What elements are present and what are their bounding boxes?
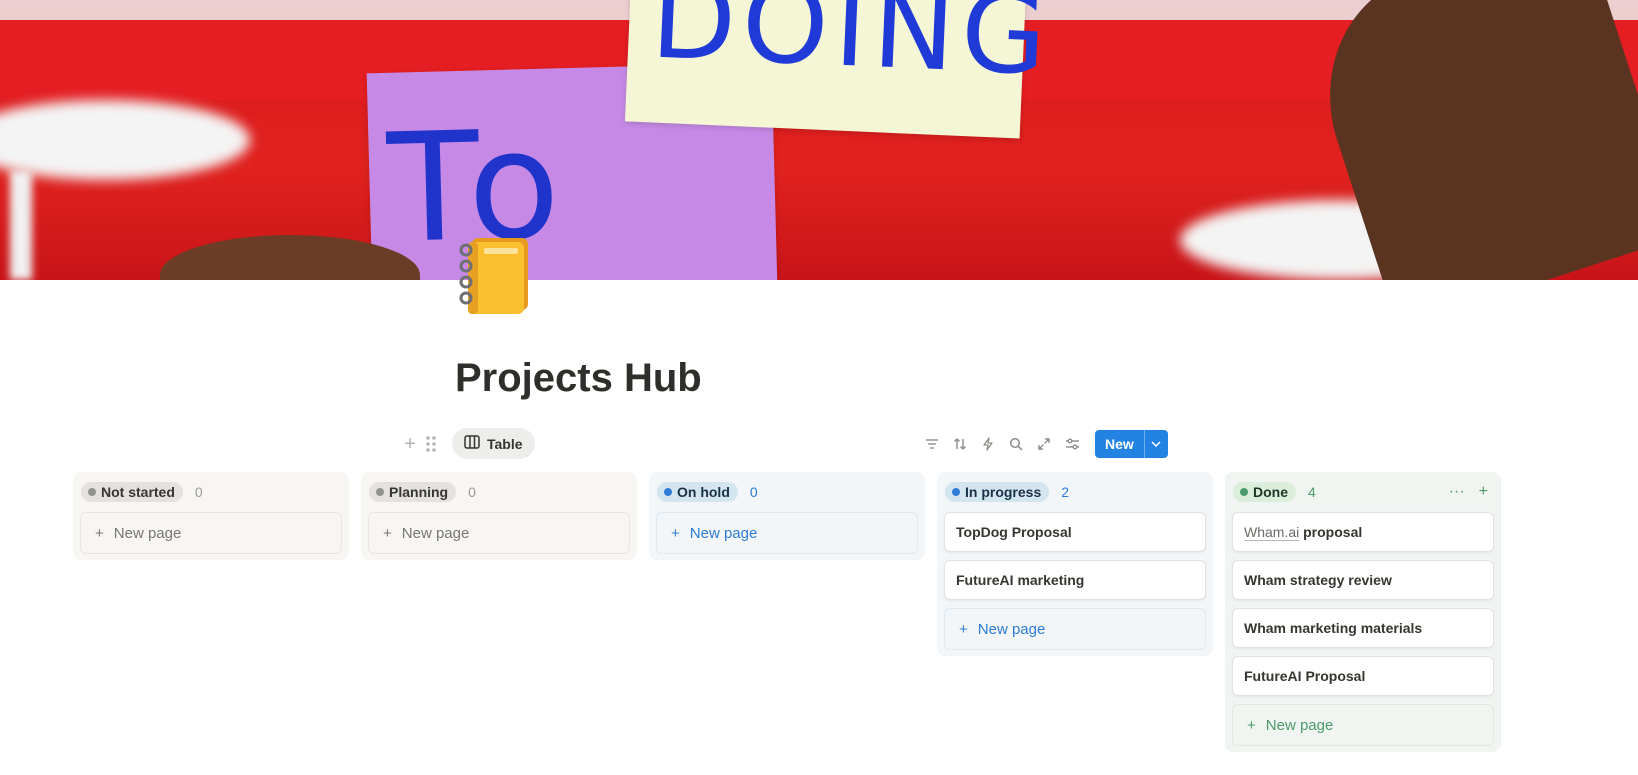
page-title[interactable]: Projects Hub (455, 356, 702, 401)
board-column-done: Done 4 ··· + Wham.ai proposal Wham strat… (1225, 472, 1501, 752)
status-label: On hold (677, 484, 730, 500)
table-columns-icon (464, 435, 480, 452)
new-page-label: New page (689, 524, 758, 542)
column-count: 4 (1308, 484, 1316, 500)
view-toolbar (922, 432, 1082, 456)
column-header: Done 4 ··· + (1232, 480, 1494, 504)
cover-blur-table (0, 100, 250, 180)
status-badge[interactable]: Done (1233, 482, 1296, 502)
drag-handle-icon[interactable] (423, 433, 439, 455)
add-block-icon[interactable]: + (399, 433, 421, 455)
new-page-label: New page (113, 524, 182, 542)
status-badge[interactable]: Not started (81, 482, 183, 502)
column-header: On hold 0 (656, 480, 918, 504)
plus-icon: + (1247, 716, 1256, 734)
board-column-on-hold: On hold 0 + New page (649, 472, 925, 560)
status-label: Not started (101, 484, 175, 500)
new-button-group: New (1095, 430, 1168, 458)
plus-icon: + (671, 524, 680, 542)
new-page-button[interactable]: + New page (656, 512, 918, 554)
card-link[interactable]: Wham.ai (1244, 524, 1299, 540)
new-page-button[interactable]: + New page (368, 512, 630, 554)
plus-icon: + (959, 620, 968, 638)
status-label: In progress (965, 484, 1042, 500)
status-dot (88, 488, 96, 496)
search-icon[interactable] (1006, 432, 1026, 456)
new-page-button[interactable]: + New page (1232, 704, 1494, 746)
status-badge[interactable]: In progress (945, 482, 1050, 502)
board-card[interactable]: Wham marketing materials (1232, 608, 1494, 648)
new-page-label: New page (977, 620, 1046, 638)
board-column-not-started: Not started 0 + New page (73, 472, 349, 560)
board-card[interactable]: TopDog Proposal (944, 512, 1206, 552)
plus-icon: + (383, 524, 392, 542)
column-header: In progress 2 (944, 480, 1206, 504)
cover-blur-leg (10, 170, 32, 280)
new-page-label: New page (401, 524, 470, 542)
notebook-icon[interactable] (456, 236, 536, 316)
settings-sliders-icon[interactable] (1062, 432, 1082, 456)
status-dot (664, 488, 672, 496)
filter-icon[interactable] (922, 432, 942, 456)
doing-note-text: DOING (648, 0, 1056, 100)
chevron-down-icon[interactable] (1143, 430, 1168, 458)
status-dot (1240, 488, 1248, 496)
tab-table-view[interactable]: Table (452, 428, 535, 459)
status-dot (376, 488, 384, 496)
new-page-button[interactable]: + New page (80, 512, 342, 554)
column-count: 0 (468, 484, 476, 500)
expand-icon[interactable] (1034, 432, 1054, 456)
new-page-button[interactable]: + New page (944, 608, 1206, 650)
column-count: 0 (194, 484, 203, 500)
board-column-in-progress: In progress 2 TopDog Proposal FutureAI m… (937, 472, 1213, 656)
doing-sticky-note: DOING (624, 0, 1055, 139)
board-card[interactable]: Wham strategy review (1232, 560, 1494, 600)
board-card[interactable]: FutureAI marketing (944, 560, 1206, 600)
board-card[interactable]: FutureAI Proposal (1232, 656, 1494, 696)
status-badge[interactable]: On hold (657, 482, 738, 502)
status-dot (952, 488, 960, 496)
new-button[interactable]: New (1095, 430, 1144, 458)
plus-icon: + (95, 524, 104, 542)
column-count: 0 (749, 484, 758, 500)
status-label: Planning (389, 484, 449, 500)
status-badge[interactable]: Planning (369, 482, 457, 502)
column-header: Not started 0 (80, 480, 342, 504)
column-header: Planning 0 (368, 480, 630, 504)
lightning-icon[interactable] (978, 432, 998, 456)
new-page-label: New page (1265, 716, 1334, 734)
tab-label: Table (487, 435, 523, 452)
plus-icon[interactable]: + (1479, 483, 1488, 501)
status-label: Done (1253, 484, 1288, 500)
board-column-planning: Planning 0 + New page (361, 472, 637, 560)
card-title: proposal (1303, 524, 1363, 540)
more-options-icon[interactable]: ··· (1449, 483, 1465, 501)
board-card[interactable]: Wham.ai proposal (1232, 512, 1494, 552)
column-actions: ··· + (1449, 483, 1494, 501)
column-count: 2 (1061, 484, 1070, 500)
cover-image: To Do DOING (0, 0, 1638, 280)
sort-icon[interactable] (950, 432, 970, 456)
